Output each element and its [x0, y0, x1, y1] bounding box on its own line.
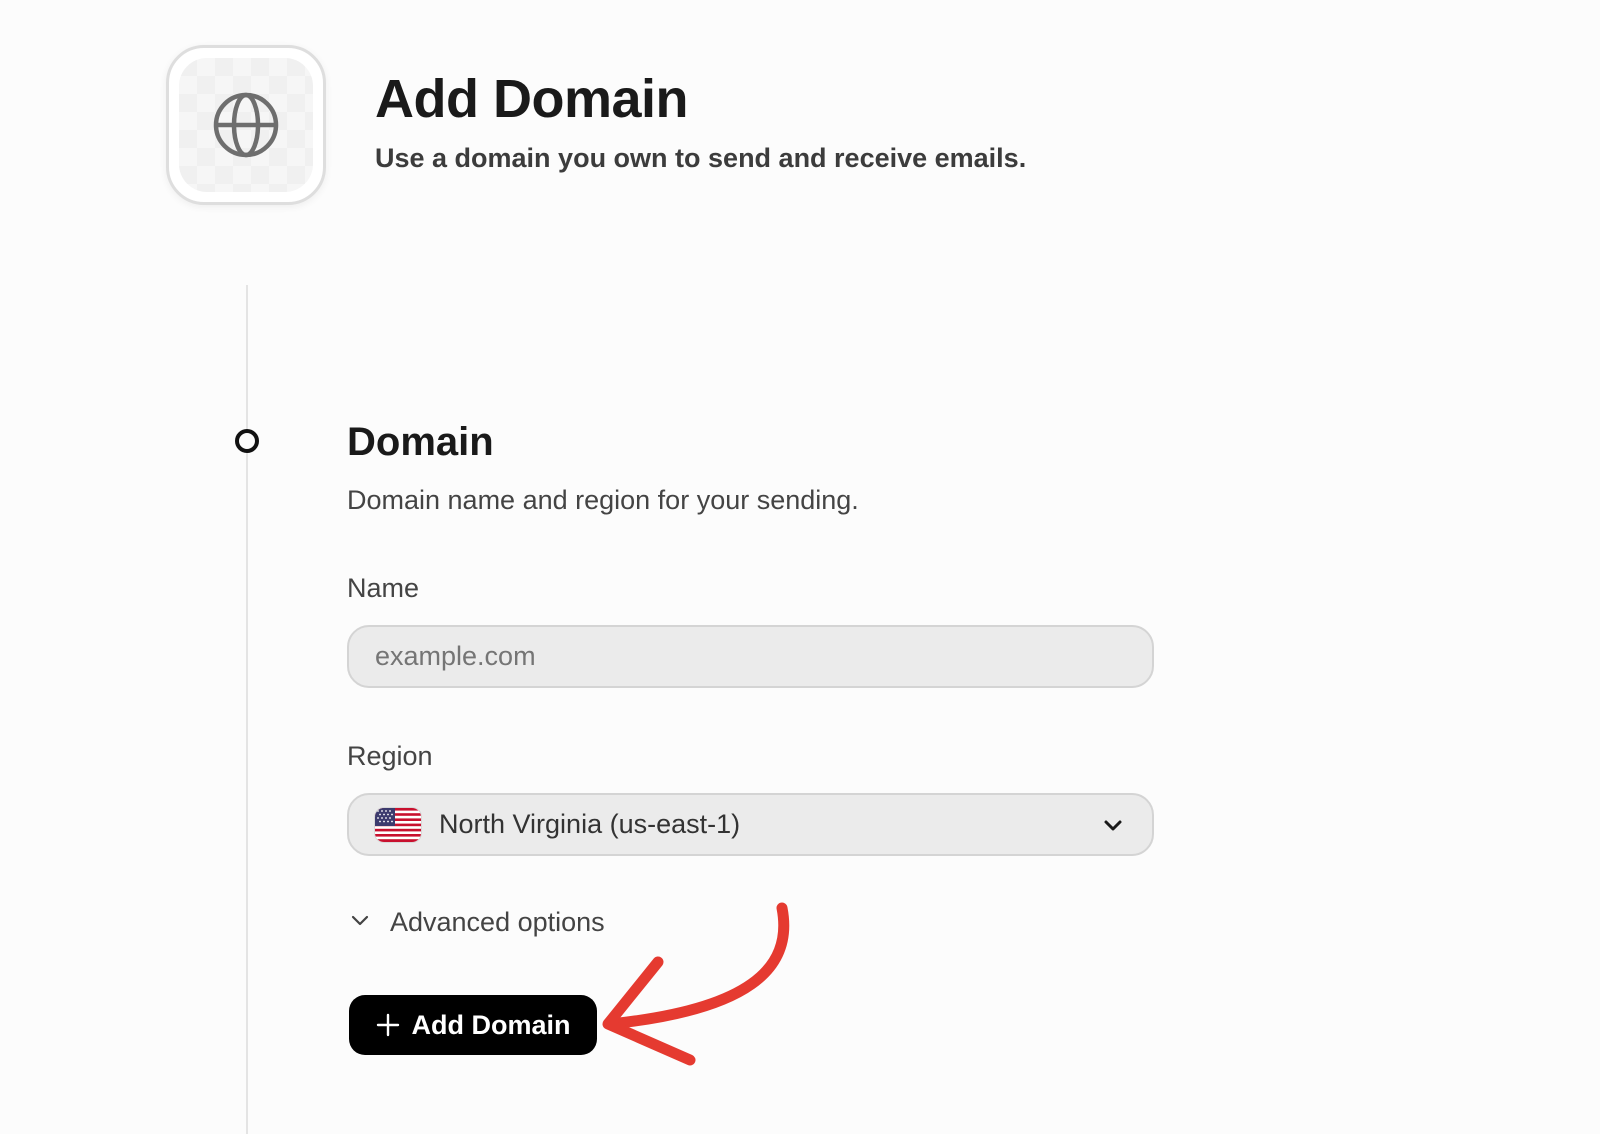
domain-name-input[interactable]: [347, 625, 1154, 688]
header-icon-tile: [166, 45, 326, 205]
region-label: Region: [347, 741, 433, 771]
globe-icon: [213, 92, 279, 158]
chevron-down-icon: [1100, 812, 1126, 838]
chevron-down-icon: [350, 910, 370, 935]
name-label: Name: [347, 573, 420, 603]
page-title: Add Domain: [375, 69, 689, 129]
arrow-annotation-icon: [602, 902, 790, 1066]
section-description: Domain name and region for your sending.: [347, 485, 859, 515]
advanced-options-toggle[interactable]: Advanced options: [350, 907, 605, 938]
timeline-line: [246, 285, 248, 1134]
header-icon-background: [179, 58, 313, 192]
page-subtitle: Use a domain you own to send and receive…: [375, 143, 1027, 173]
region-select-value: North Virginia (us-east-1): [439, 809, 741, 839]
add-domain-button[interactable]: Add Domain: [349, 995, 597, 1055]
region-select[interactable]: North Virginia (us-east-1): [347, 793, 1154, 856]
add-domain-button-label: Add Domain: [411, 1009, 571, 1040]
advanced-options-label: Advanced options: [390, 907, 605, 937]
section-title: Domain: [347, 420, 494, 464]
add-domain-page: Add Domain Use a domain you own to send …: [0, 0, 1600, 1134]
us-flag-icon: [375, 807, 421, 842]
plus-icon: [376, 1013, 400, 1037]
timeline-step-dot: [235, 429, 259, 453]
